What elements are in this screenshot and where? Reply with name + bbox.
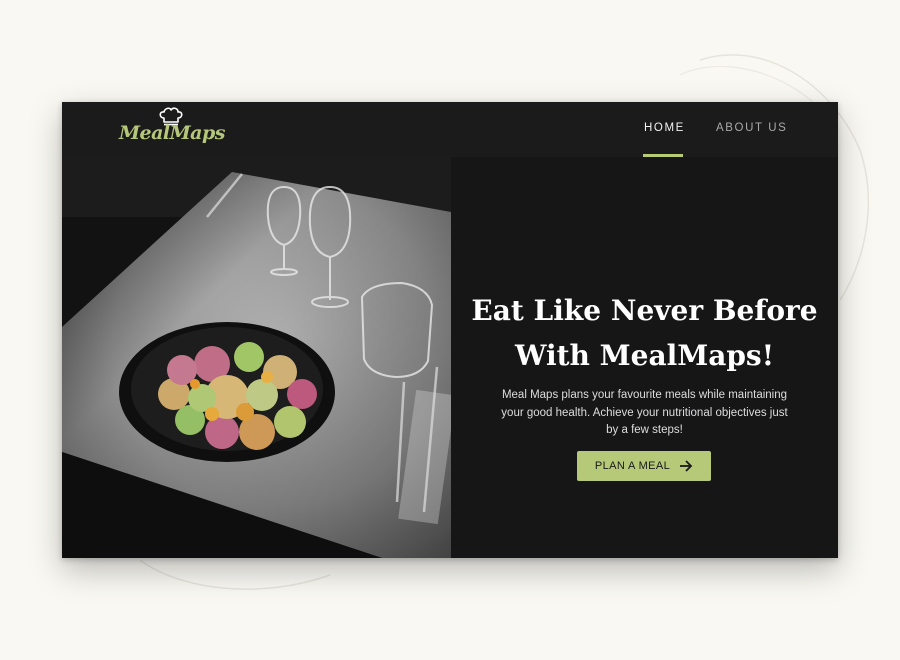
website-preview-frame: MealMaps HOME ABOUT US Eat Like Never Be… [62,102,838,558]
brand-logo[interactable]: MealMaps [119,107,225,151]
nav-about-us-link[interactable]: ABOUT US [716,122,787,134]
brand-name: MealMaps [119,122,225,144]
nav-home-link[interactable]: HOME [644,122,685,134]
navbar: MealMaps HOME ABOUT US [62,102,838,157]
hero-section: Eat Like Never Before With MealMaps! Mea… [451,157,838,558]
arrow-right-icon [680,460,693,472]
hero-headline: Eat Like Never Before With MealMaps! [451,288,838,378]
plan-a-meal-button[interactable]: PLAN A MEAL [577,451,711,481]
hero-food-photo [62,102,451,558]
hero-headline-line-2: With MealMaps! [515,339,774,372]
hero-headline-line-1: Eat Like Never Before [471,294,818,327]
plan-a-meal-label: PLAN A MEAL [594,460,671,472]
hero-description: Meal Maps plans your favourite meals whi… [501,389,788,436]
